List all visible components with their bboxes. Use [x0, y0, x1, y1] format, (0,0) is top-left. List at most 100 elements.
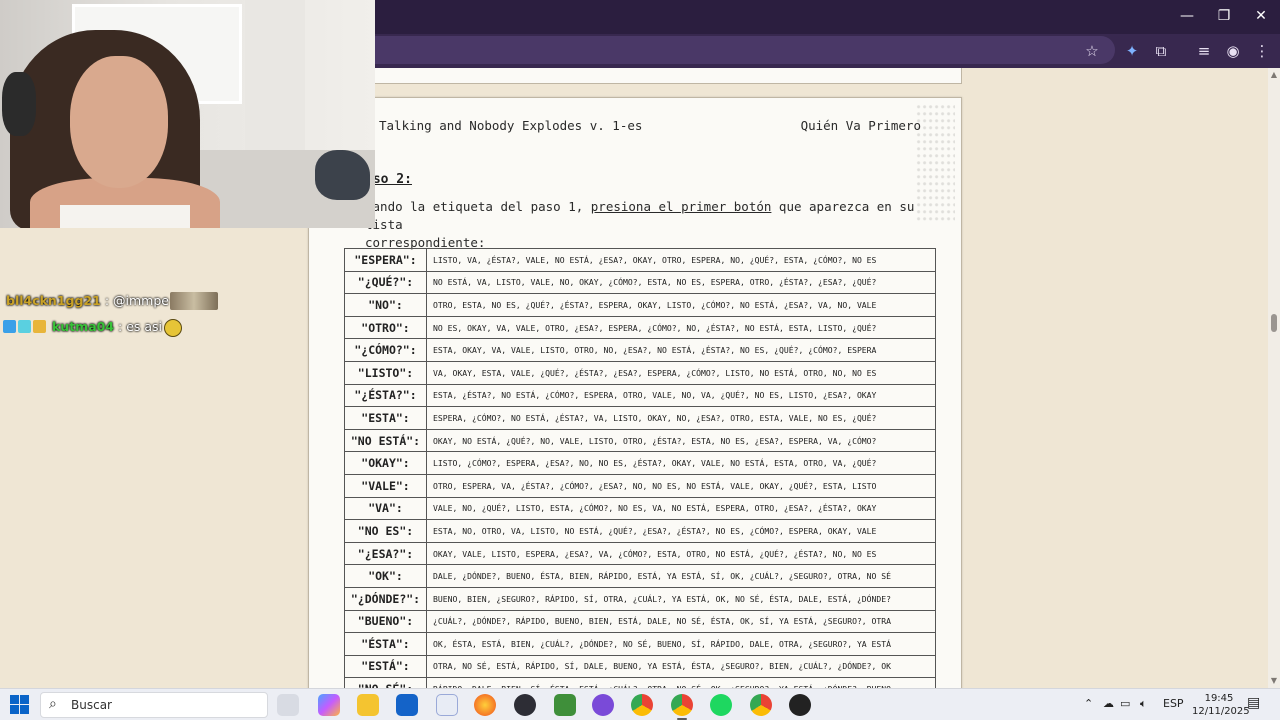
row-label: "OK": — [344, 564, 427, 588]
chat-text: : es asi — [118, 319, 163, 334]
row-label: "OKAY": — [344, 451, 427, 475]
chevron-up-icon[interactable]: ⌃ — [1084, 697, 1093, 710]
chat-emote-icon — [170, 292, 218, 310]
menu-icon[interactable]: ⋮ — [1251, 40, 1273, 62]
minimize-button[interactable]: — — [1175, 6, 1199, 26]
extensions-icon[interactable]: ⧉ — [1150, 40, 1172, 62]
table-row: "ESTÁ": OTRA, NO SÉ, ESTÁ, RÁPIDO, SÍ, DA… — [344, 654, 936, 679]
row-word-list: ESTA, NO, OTRO, VA, LISTO, NO ESTÁ, ¿QUÉ… — [426, 519, 936, 543]
chat-username: kutma04 — [51, 319, 115, 334]
row-label: "¿ESA?": — [344, 541, 427, 566]
language-indicator[interactable]: ESP — [1163, 697, 1184, 710]
row-word-list: NO ESTÁ, VA, LISTO, VALE, NO, OKAY, ¿CÓM… — [426, 270, 936, 295]
table-row: "VA": VALE, NO, ¿QUÉ?, LISTO, ESTA, ¿CÓMO… — [344, 496, 936, 521]
browser-titlebar: — ❐ ✕ — [375, 0, 1280, 34]
chrome-icon[interactable] — [750, 694, 772, 716]
badge-icon — [18, 320, 31, 333]
app-icon[interactable] — [789, 694, 811, 716]
vertical-scrollbar[interactable]: ▲ ▼ — [1268, 68, 1280, 688]
row-word-list: ESTA, OKAY, VA, VALE, LISTO, OTRO, NO, ¿… — [426, 338, 936, 362]
table-row: "OK": DALE, ¿DÓNDE?, BUENO, ÉSTA, BIEN, R… — [344, 564, 936, 588]
table-row: "NO SÉ":RÁPIDO, DALE, BIEN, SÍ, ÉSTA, ES… — [344, 677, 936, 688]
onedrive-icon[interactable]: ☁ — [1103, 697, 1114, 710]
row-label: "ESTA": — [344, 406, 427, 430]
table-row: "¿ESA?": OKAY, VALE, LISTO, ESPERA, ¿ESA?… — [344, 541, 936, 566]
table-row: "OTRO": NO ES, OKAY, VA, VALE, OTRO, ¿ESA… — [344, 315, 936, 340]
row-word-list: LISTO, ¿CÓMO?, ESPERA, ¿ESA?, NO, NO ES,… — [426, 451, 936, 475]
row-label: "ESTÁ": — [344, 654, 427, 679]
chrome-icon[interactable] — [671, 694, 693, 716]
row-word-list: BUENO, BIEN, ¿SEGURO?, RÁPIDO, SÍ, OTRA,… — [426, 586, 936, 611]
row-label: "NO SÉ": — [344, 677, 427, 688]
row-word-list: OTRA, NO SÉ, ESTÁ, RÁPIDO, SÍ, DALE, BUE… — [426, 654, 936, 679]
profile-icon[interactable]: ◉ — [1222, 40, 1244, 62]
table-row: "BUENO": ¿CUÁL?, ¿DÓNDE?, RÁPIDO, BUENO, … — [344, 609, 936, 634]
table-row: "NO ESTÁ": OKAY, NO ESTÁ, ¿QUÉ?, NO, VALE… — [344, 428, 936, 453]
page-header-title: Talking and Nobody Explodes v. 1-es — [379, 118, 643, 133]
search-placeholder: Buscar — [71, 698, 112, 712]
webcam-overlay — [0, 0, 375, 228]
table-row: "NO": OTRO, ESTA, NO ES, ¿QUÉ?, ¿ÉSTA?, E… — [344, 293, 936, 317]
word-table: "ESPERA": LISTO, VA, ¿ÉSTA?, VALE, NO EST… — [344, 248, 936, 688]
search-icon: ⌕ — [49, 696, 57, 712]
row-label: "LISTO": — [344, 360, 427, 385]
table-row: "¿ÉSTA?": ESTA, ¿ÉSTA?, NO ESTÁ, ¿CÓMO?, … — [344, 383, 936, 408]
row-label: "¿DÓNDE?": — [344, 586, 427, 611]
page-header-section: Quién Va Primero — [800, 118, 921, 133]
table-row: "NO ES": ESTA, NO, OTRO, VA, LISTO, NO ES… — [344, 519, 936, 543]
table-row: "VALE": OTRO, ESPERA, VA, ¿ÉSTA?, ¿CÓMO?,… — [344, 473, 936, 498]
obs-icon[interactable] — [514, 694, 536, 716]
row-label: "¿QUÉ?": — [344, 270, 427, 295]
copilot-icon[interactable] — [318, 694, 340, 716]
row-word-list: ESPERA, ¿CÓMO?, NO ESTÁ, ¿ÉSTA?, VA, LIS… — [426, 406, 936, 430]
notifications-icon[interactable]: ▤ — [1247, 695, 1260, 711]
spotify-icon[interactable] — [710, 694, 732, 716]
scrollbar-thumb[interactable] — [1271, 314, 1277, 332]
taskbar-search[interactable]: ⌕ Buscar — [40, 692, 268, 718]
instruction-emphasis: presiona el primer botón — [590, 199, 772, 214]
table-row: "¿DÓNDE?": BUENO, BIEN, ¿SEGURO?, RÁPIDO,… — [344, 586, 936, 611]
table-row: "¿QUÉ?": NO ESTÁ, VA, LISTO, VALE, NO, OK… — [344, 270, 936, 295]
step-instruction: sando la etiqueta del paso 1, presiona e… — [365, 199, 915, 250]
browser-profile-icon[interactable] — [592, 694, 614, 716]
scroll-down-icon[interactable]: ▼ — [1270, 676, 1278, 685]
word-icon[interactable] — [436, 694, 458, 716]
manual-page: Talking and Nobody Explodes v. 1-es Quié… — [308, 97, 962, 688]
badge-icon — [33, 320, 46, 333]
chat-text: : @immpe — [104, 293, 169, 308]
table-row: "ÉSTA": OK, ÉSTA, ESTÁ, BIEN, ¿CUÁL?, ¿DÓ… — [344, 632, 936, 656]
row-word-list: ESTA, ¿ÉSTA?, NO ESTÁ, ¿CÓMO?, ESPERA, O… — [426, 383, 936, 408]
row-word-list: OTRO, ESPERA, VA, ¿ÉSTA?, ¿CÓMO?, ¿ESA?,… — [426, 473, 936, 498]
network-icon[interactable]: ▭ — [1120, 697, 1130, 710]
scroll-up-icon[interactable]: ▲ — [1270, 70, 1278, 79]
row-label: "¿CÓMO?": — [344, 338, 427, 362]
table-row: "ESTA": ESPERA, ¿CÓMO?, NO ESTÁ, ¿ÉSTA?, … — [344, 406, 936, 430]
volume-icon[interactable]: 🔈︎ — [1140, 697, 1147, 711]
star-icon[interactable]: ☆ — [1081, 40, 1103, 62]
taskbar: ⌕ Buscar ⌃ ☁ ▭ 🔈︎ ESP 19:45 12/11/2025 ▤ — [0, 688, 1280, 720]
row-label: "VALE": — [344, 473, 427, 498]
row-word-list: OK, ÉSTA, ESTÁ, BIEN, ¿CUÁL?, ¿DÓNDE?, N… — [426, 632, 936, 656]
badge-icon — [3, 320, 16, 333]
row-word-list: VALE, NO, ¿QUÉ?, LISTO, ESTA, ¿CÓMO?, NO… — [426, 496, 936, 521]
media-icon[interactable]: ≡ — [1193, 40, 1215, 62]
previous-page-edge — [350, 68, 962, 84]
row-label: "ÉSTA": — [344, 632, 427, 656]
row-word-list: OTRO, ESTA, NO ES, ¿QUÉ?, ¿ÉSTA?, ESPERA… — [426, 293, 936, 317]
restore-button[interactable]: ❐ — [1212, 6, 1236, 26]
file-explorer-icon[interactable] — [357, 694, 379, 716]
game-icon[interactable] — [474, 694, 496, 716]
system-clock[interactable]: 19:45 12/11/2025 — [1192, 692, 1250, 718]
row-word-list: ¿CUÁL?, ¿DÓNDE?, RÁPIDO, BUENO, BIEN, ES… — [426, 609, 936, 634]
chat-username: bll4ckn1gg21 — [6, 293, 101, 308]
table-row: "LISTO": VA, OKAY, ESTA, VALE, ¿QUÉ?, ¿ÉS… — [344, 360, 936, 385]
chrome-icon[interactable] — [631, 694, 653, 716]
task-view-icon[interactable] — [277, 694, 299, 716]
windows-start-icon[interactable] — [10, 695, 30, 715]
row-label: "NO ESTÁ": — [344, 428, 427, 453]
address-bar[interactable] — [375, 36, 1115, 64]
store-icon[interactable] — [396, 694, 418, 716]
minecraft-icon[interactable] — [554, 694, 576, 716]
extension-puzzle-icon[interactable]: ✦ — [1121, 40, 1143, 62]
close-button[interactable]: ✕ — [1249, 6, 1273, 26]
